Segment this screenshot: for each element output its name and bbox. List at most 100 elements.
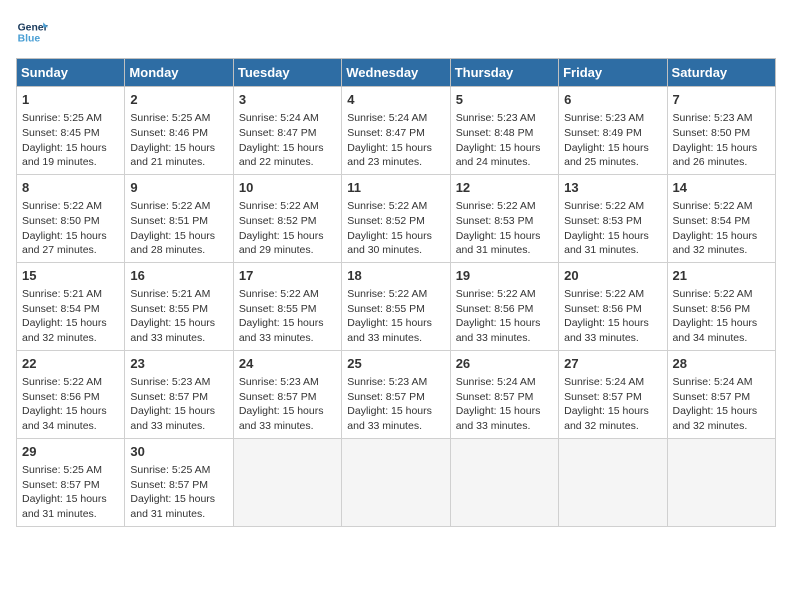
day-number: 1	[22, 91, 119, 109]
calendar-header-monday: Monday	[125, 59, 233, 87]
calendar-day-cell: 8 Sunrise: 5:22 AM Sunset: 8:50 PM Daylig…	[17, 174, 125, 262]
svg-text:Blue: Blue	[18, 34, 41, 45]
calendar-header-tuesday: Tuesday	[233, 59, 341, 87]
day-info: Sunrise: 5:25 AM Sunset: 8:46 PM Dayligh…	[130, 111, 227, 170]
day-number: 13	[564, 179, 661, 197]
calendar-day-cell: 21 Sunrise: 5:22 AM Sunset: 8:56 PM Dayli…	[667, 262, 775, 350]
day-info: Sunrise: 5:23 AM Sunset: 8:49 PM Dayligh…	[564, 111, 661, 170]
day-info: Sunrise: 5:22 AM Sunset: 8:56 PM Dayligh…	[564, 287, 661, 346]
day-number: 5	[456, 91, 553, 109]
calendar-day-cell: 1 Sunrise: 5:25 AM Sunset: 8:45 PM Daylig…	[17, 87, 125, 175]
calendar-day-cell	[667, 438, 775, 526]
day-number: 2	[130, 91, 227, 109]
day-info: Sunrise: 5:23 AM Sunset: 8:57 PM Dayligh…	[239, 375, 336, 434]
calendar-day-cell: 26 Sunrise: 5:24 AM Sunset: 8:57 PM Dayli…	[450, 350, 558, 438]
day-info: Sunrise: 5:23 AM Sunset: 8:48 PM Dayligh…	[456, 111, 553, 170]
calendar-day-cell: 22Sunrise: 5:22 AM Sunset: 8:56 PM Dayli…	[17, 350, 125, 438]
calendar-day-cell: 3 Sunrise: 5:24 AM Sunset: 8:47 PM Daylig…	[233, 87, 341, 175]
calendar-day-cell: 18 Sunrise: 5:22 AM Sunset: 8:55 PM Dayli…	[342, 262, 450, 350]
calendar-week-row: 22Sunrise: 5:22 AM Sunset: 8:56 PM Dayli…	[17, 350, 776, 438]
calendar-day-cell: 27 Sunrise: 5:24 AM Sunset: 8:57 PM Dayli…	[559, 350, 667, 438]
calendar-day-cell: 28 Sunrise: 5:24 AM Sunset: 8:57 PM Dayli…	[667, 350, 775, 438]
calendar-day-cell: 20 Sunrise: 5:22 AM Sunset: 8:56 PM Dayli…	[559, 262, 667, 350]
day-info: Sunrise: 5:24 AM Sunset: 8:47 PM Dayligh…	[347, 111, 444, 170]
calendar-day-cell: 6 Sunrise: 5:23 AM Sunset: 8:49 PM Daylig…	[559, 87, 667, 175]
day-number: 16	[130, 267, 227, 285]
calendar-header-saturday: Saturday	[667, 59, 775, 87]
day-info: Sunrise: 5:22 AM Sunset: 8:51 PM Dayligh…	[130, 199, 227, 258]
calendar-day-cell: 7 Sunrise: 5:23 AM Sunset: 8:50 PM Daylig…	[667, 87, 775, 175]
day-number: 19	[456, 267, 553, 285]
day-info: Sunrise: 5:24 AM Sunset: 8:47 PM Dayligh…	[239, 111, 336, 170]
day-info: Sunrise: 5:21 AM Sunset: 8:55 PM Dayligh…	[130, 287, 227, 346]
calendar-day-cell: 24Sunrise: 5:23 AM Sunset: 8:57 PM Dayli…	[233, 350, 341, 438]
calendar-day-cell	[233, 438, 341, 526]
day-number: 6	[564, 91, 661, 109]
calendar-day-cell	[450, 438, 558, 526]
calendar-day-cell: 12 Sunrise: 5:22 AM Sunset: 8:53 PM Dayli…	[450, 174, 558, 262]
day-number: 28	[673, 355, 770, 373]
day-number: 20	[564, 267, 661, 285]
calendar-day-cell: 13 Sunrise: 5:22 AM Sunset: 8:53 PM Dayli…	[559, 174, 667, 262]
calendar-header-friday: Friday	[559, 59, 667, 87]
calendar-header-row: SundayMondayTuesdayWednesdayThursdayFrid…	[17, 59, 776, 87]
calendar-table: SundayMondayTuesdayWednesdayThursdayFrid…	[16, 58, 776, 527]
calendar-day-cell: 5 Sunrise: 5:23 AM Sunset: 8:48 PM Daylig…	[450, 87, 558, 175]
day-info: Sunrise: 5:24 AM Sunset: 8:57 PM Dayligh…	[673, 375, 770, 434]
day-info: Sunrise: 5:22 AM Sunset: 8:56 PM Dayligh…	[673, 287, 770, 346]
day-info: Sunrise: 5:22 AM Sunset: 8:56 PM Dayligh…	[22, 375, 119, 434]
day-info: Sunrise: 5:22 AM Sunset: 8:56 PM Dayligh…	[456, 287, 553, 346]
calendar-day-cell: 4 Sunrise: 5:24 AM Sunset: 8:47 PM Daylig…	[342, 87, 450, 175]
day-number: 27	[564, 355, 661, 373]
day-number: 29	[22, 443, 119, 461]
day-info: Sunrise: 5:22 AM Sunset: 8:52 PM Dayligh…	[347, 199, 444, 258]
day-info: Sunrise: 5:22 AM Sunset: 8:53 PM Dayligh…	[564, 199, 661, 258]
calendar-day-cell: 11Sunrise: 5:22 AM Sunset: 8:52 PM Dayli…	[342, 174, 450, 262]
day-number: 30	[130, 443, 227, 461]
day-info: Sunrise: 5:25 AM Sunset: 8:45 PM Dayligh…	[22, 111, 119, 170]
calendar-day-cell: 16 Sunrise: 5:21 AM Sunset: 8:55 PM Dayli…	[125, 262, 233, 350]
calendar-day-cell	[559, 438, 667, 526]
day-info: Sunrise: 5:22 AM Sunset: 8:55 PM Dayligh…	[347, 287, 444, 346]
day-number: 7	[673, 91, 770, 109]
calendar-week-row: 8 Sunrise: 5:22 AM Sunset: 8:50 PM Daylig…	[17, 174, 776, 262]
day-info: Sunrise: 5:22 AM Sunset: 8:50 PM Dayligh…	[22, 199, 119, 258]
calendar-day-cell: 2 Sunrise: 5:25 AM Sunset: 8:46 PM Daylig…	[125, 87, 233, 175]
day-number: 17	[239, 267, 336, 285]
calendar-day-cell: 23Sunrise: 5:23 AM Sunset: 8:57 PM Dayli…	[125, 350, 233, 438]
calendar-day-cell: 15Sunrise: 5:21 AM Sunset: 8:54 PM Dayli…	[17, 262, 125, 350]
day-info: Sunrise: 5:24 AM Sunset: 8:57 PM Dayligh…	[564, 375, 661, 434]
day-info: Sunrise: 5:24 AM Sunset: 8:57 PM Dayligh…	[456, 375, 553, 434]
day-number: 14	[673, 179, 770, 197]
page-header: General Blue	[16, 16, 776, 48]
day-number: 25	[347, 355, 444, 373]
day-info: Sunrise: 5:23 AM Sunset: 8:57 PM Dayligh…	[347, 375, 444, 434]
day-number: 12	[456, 179, 553, 197]
calendar-week-row: 29 Sunrise: 5:25 AM Sunset: 8:57 PM Dayli…	[17, 438, 776, 526]
day-number: 10	[239, 179, 336, 197]
calendar-header-sunday: Sunday	[17, 59, 125, 87]
calendar-day-cell: 17 Sunrise: 5:22 AM Sunset: 8:55 PM Dayli…	[233, 262, 341, 350]
day-number: 3	[239, 91, 336, 109]
day-info: Sunrise: 5:22 AM Sunset: 8:55 PM Dayligh…	[239, 287, 336, 346]
day-info: Sunrise: 5:23 AM Sunset: 8:50 PM Dayligh…	[673, 111, 770, 170]
day-number: 8	[22, 179, 119, 197]
day-info: Sunrise: 5:22 AM Sunset: 8:52 PM Dayligh…	[239, 199, 336, 258]
logo-icon: General Blue	[16, 16, 48, 48]
day-number: 26	[456, 355, 553, 373]
day-number: 4	[347, 91, 444, 109]
day-info: Sunrise: 5:22 AM Sunset: 8:54 PM Dayligh…	[673, 199, 770, 258]
day-number: 23	[130, 355, 227, 373]
calendar-day-cell: 30 Sunrise: 5:25 AM Sunset: 8:57 PM Dayli…	[125, 438, 233, 526]
day-info: Sunrise: 5:21 AM Sunset: 8:54 PM Dayligh…	[22, 287, 119, 346]
day-number: 9	[130, 179, 227, 197]
day-number: 21	[673, 267, 770, 285]
day-info: Sunrise: 5:25 AM Sunset: 8:57 PM Dayligh…	[130, 463, 227, 522]
day-info: Sunrise: 5:22 AM Sunset: 8:53 PM Dayligh…	[456, 199, 553, 258]
day-number: 18	[347, 267, 444, 285]
calendar-day-cell: 25 Sunrise: 5:23 AM Sunset: 8:57 PM Dayli…	[342, 350, 450, 438]
calendar-header-wednesday: Wednesday	[342, 59, 450, 87]
logo: General Blue	[16, 16, 52, 48]
calendar-day-cell: 9 Sunrise: 5:22 AM Sunset: 8:51 PM Daylig…	[125, 174, 233, 262]
calendar-week-row: 1 Sunrise: 5:25 AM Sunset: 8:45 PM Daylig…	[17, 87, 776, 175]
